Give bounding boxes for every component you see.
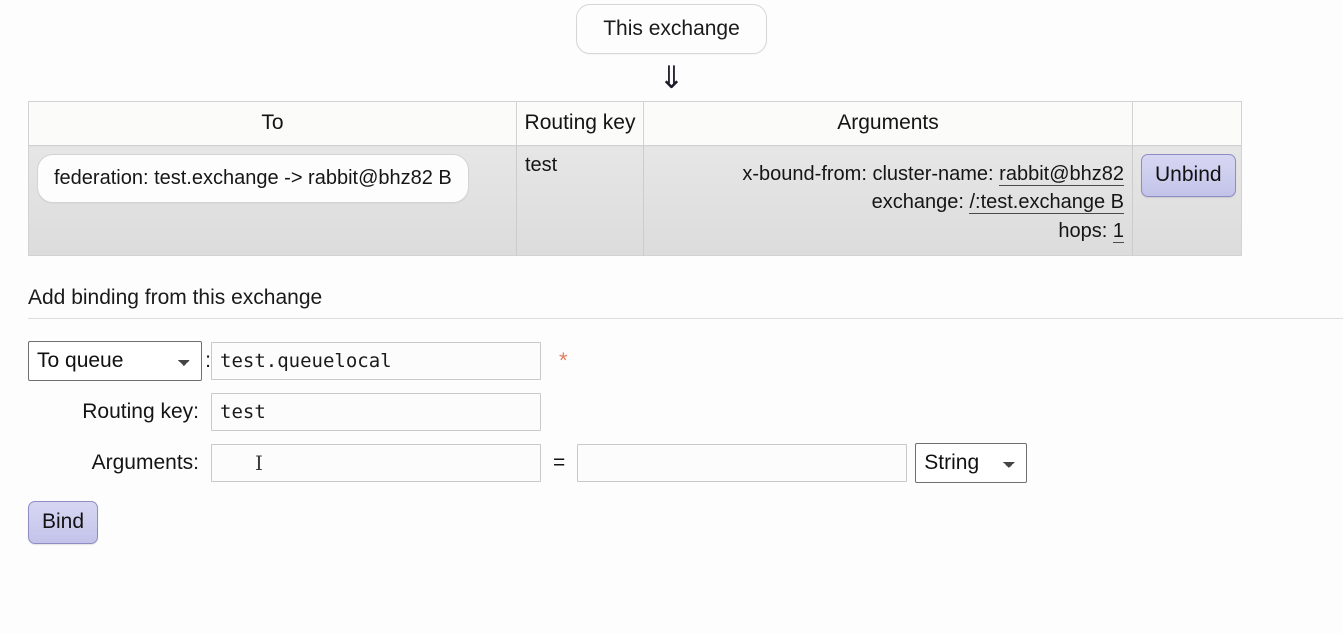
add-binding-form: To queue To exchange : * Routing key: Ar… [28,341,1343,484]
destination-colon: : [205,349,211,373]
column-header-routing-key: Routing key [516,101,644,146]
routing-key-label: Routing key: [82,400,199,424]
argument-value-input[interactable] [577,444,908,483]
add-binding-heading: Add binding from this exchange [28,286,323,310]
cell-to: federation: test.exchange -> rabbit@bhz8… [28,145,517,256]
required-asterisk: * [559,348,568,374]
argument-value-cluster-name: rabbit@bhz82 [999,163,1124,186]
column-header-actions [1132,101,1242,146]
argument-row-hops: hops: 1 [652,217,1124,245]
bindings-table: To Routing key Arguments federation: tes… [28,101,1242,257]
column-header-to: To [28,101,517,146]
form-row-arguments: Arguments: I = String Number Boolean Lis… [28,443,1343,484]
arguments-equals-sign: = [553,451,566,475]
argument-key-input[interactable] [211,444,541,483]
binding-destination-link[interactable]: federation: test.exchange -> rabbit@bhz8… [37,154,469,203]
section-divider [28,318,1343,320]
cell-arguments: x-bound-from: cluster-name: rabbit@bhz82… [643,145,1133,256]
destination-type-select[interactable]: To queue To exchange [28,341,203,382]
argument-key-hops: hops: [1058,219,1108,242]
bind-button[interactable]: Bind [28,501,99,545]
unbind-button[interactable]: Unbind [1141,154,1236,197]
argument-key-cluster-name: cluster-name: [872,163,994,185]
argument-row-exchange: exchange: /:test.exchange B [652,188,1124,216]
column-header-arguments: Arguments [643,101,1133,146]
argument-key-exchange: exchange: [871,191,964,214]
table-row: federation: test.exchange -> rabbit@bhz8… [28,145,1242,256]
cell-routing-key: test [516,145,644,256]
argument-type-select[interactable]: String Number Boolean List [915,443,1028,484]
this-exchange-node: This exchange [576,4,767,54]
argument-group-title: x-bound-from: [742,163,867,185]
destination-input[interactable] [211,342,541,381]
double-down-arrow-icon: ⇓ [658,60,685,96]
form-row-routing-key: Routing key: [28,393,1343,432]
exchange-source-node: This exchange ⇓ [0,0,1343,101]
argument-value-exchange: /:test.exchange B [969,191,1124,215]
routing-key-input[interactable] [211,393,541,432]
table-header-row: To Routing key Arguments [28,101,1242,146]
arguments-label: Arguments: [91,451,199,475]
argument-row-cluster-name: x-bound-from: cluster-name: rabbit@bhz82 [652,160,1124,188]
cell-actions: Unbind [1132,145,1242,256]
argument-value-hops: 1 [1112,219,1124,243]
form-row-destination: To queue To exchange : * [28,341,1343,382]
